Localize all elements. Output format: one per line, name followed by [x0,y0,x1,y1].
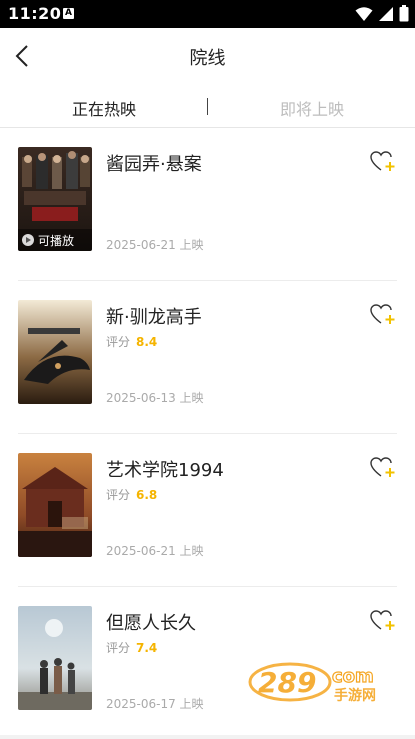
heart-plus-icon[interactable] [370,456,396,480]
watermark-brand: 289 [258,666,316,699]
release-date: 2025-06-17 上映 [106,697,204,711]
bottom-edge [0,735,415,739]
play-icon [22,234,34,246]
app-header: 院线 [0,28,415,84]
movie-rating: 评分 6.8 [106,486,157,503]
movie-rating: 评分 8.4 [106,333,157,350]
movie-poster[interactable] [18,300,92,404]
status-bar: 11:20 A [0,0,415,28]
movie-item[interactable]: 新·驯龙高手 评分 8.4 2025-06-13 上映 [0,281,415,434]
rating-value: 6.8 [136,488,158,502]
status-time: 11:20 [8,4,62,23]
page-title: 院线 [189,48,226,69]
movie-list: 可播放 酱园弄·悬案 2025-06-21 上映 新·驯龙高手 评分8.4 2 [0,128,415,739]
rating-value: 7.4 [136,641,158,655]
notification-a-icon: A [63,8,74,19]
movie-title[interactable]: 新·驯龙高手 [106,303,202,329]
heart-plus-icon[interactable] [370,609,396,633]
system-icons [355,5,409,22]
heart-plus-icon[interactable] [370,150,396,174]
movie-title[interactable]: 但愿人长久 [106,609,196,635]
movie-item[interactable]: 艺术学院1994 评分 6.8 2025-06-21 上映 [0,434,415,587]
signal-icon [379,6,393,21]
movie-poster[interactable] [18,453,92,557]
tab-divider [207,98,208,115]
release-date: 2025-06-21 上映 [106,238,204,252]
tab-bar: 正在热映 即将上映 [0,84,415,128]
rating-value: 8.4 [136,335,158,349]
playable-badge: 可播放 [18,229,92,251]
watermark-sub: 手游网 [334,687,376,704]
release-date: 2025-06-13 上映 [106,391,204,405]
tab-now-showing[interactable]: 正在热映 [72,96,136,120]
rating-label: 评分 [106,641,131,655]
rating-label: 评分 [106,488,131,502]
tab-coming-soon[interactable]: 即将上映 [280,96,344,120]
heart-plus-icon[interactable] [370,303,396,327]
site-watermark-logo: 289 com 手游网 [248,662,376,704]
movie-rating: 评分 7.4 [106,639,157,656]
rating-label: 评分 [106,335,131,349]
movie-title[interactable]: 艺术学院1994 [106,456,224,482]
movie-item[interactable]: 可播放 酱园弄·悬案 2025-06-21 上映 [0,128,415,281]
release-date: 2025-06-21 上映 [106,544,204,558]
watermark-suffix: com [332,666,374,687]
playable-label: 可播放 [38,233,75,248]
movie-poster[interactable] [18,606,92,710]
movie-poster[interactable]: 可播放 [18,147,92,251]
movie-title[interactable]: 酱园弄·悬案 [106,150,202,176]
battery-icon [399,5,409,22]
wifi-icon [355,6,373,21]
